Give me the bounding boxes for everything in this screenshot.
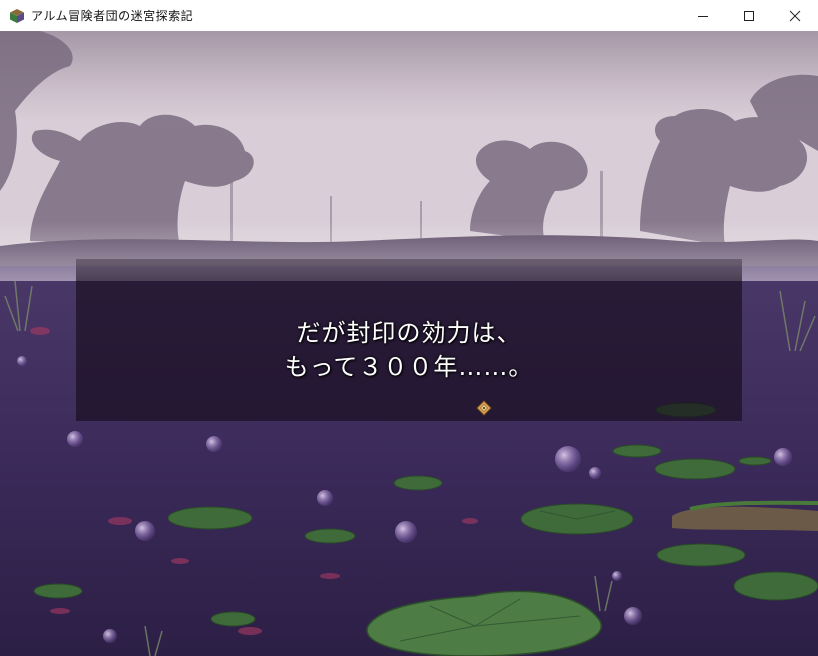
maximize-button[interactable] [726,0,772,31]
game-window: アルム冒険者団の迷宮探索記 だが封印の効力は、 もって３００年……。 [0,0,818,656]
minimize-button[interactable] [680,0,726,31]
message-line-2: もって３００年……。 [284,353,534,381]
maximize-icon [744,10,754,21]
close-button[interactable] [772,0,818,31]
game-viewport[interactable]: だが封印の効力は、 もって３００年……。 [0,31,818,656]
title-bar[interactable]: アルム冒険者団の迷宮探索記 [0,0,818,31]
minimize-icon [698,15,708,17]
game-app-icon [10,8,24,23]
message-window[interactable]: だが封印の効力は、 もって３００年……。 [76,259,742,421]
window-controls [680,0,818,31]
close-icon [789,10,801,21]
message-line-1: だが封印の効力は、 [296,319,522,347]
diamond-continue-icon[interactable] [476,400,492,416]
window-title: アルム冒険者団の迷宮探索記 [31,9,194,23]
